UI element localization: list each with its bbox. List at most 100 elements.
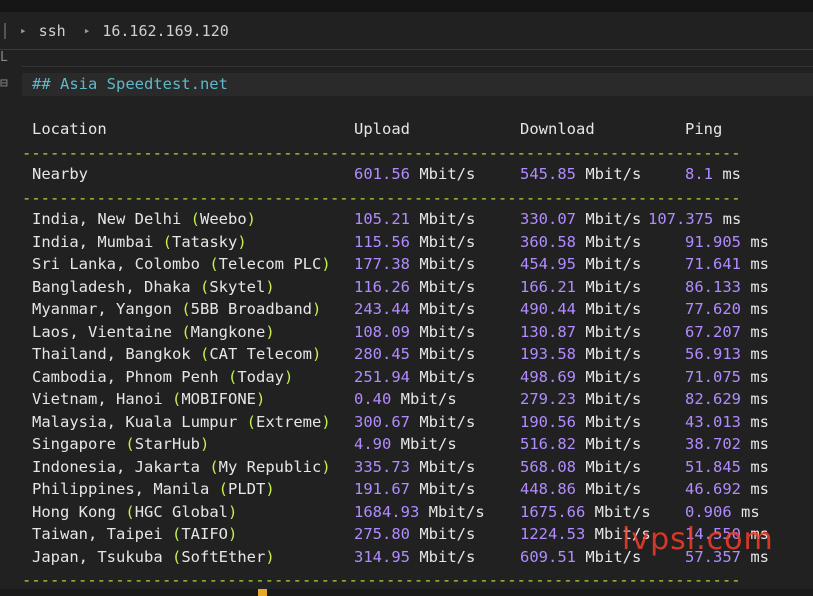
row-upload: 314.95 Mbit/s <box>354 547 476 566</box>
row-upload: 275.80 Mbit/s <box>354 525 476 543</box>
table-row: India, New Delhi (Weebo) 105.21 Mbit/s 330… <box>32 208 802 230</box>
table-row-nearby: Nearby 601.56 Mbit/s 545.85 Mbit/s 8.1 m… <box>32 163 792 185</box>
row-location: Indonesia, Jakarta (My Republic) <box>32 457 331 476</box>
row-download: 490.44 Mbit/s <box>520 300 642 318</box>
table-row: Bangladesh, Dhaka (Skytel) 116.26 Mbit/s 1… <box>32 276 802 298</box>
row-download: 516.82 Mbit/s <box>520 435 642 453</box>
row-ping: 51.845 ms <box>685 457 770 476</box>
row-ping: 91.905 ms <box>685 232 770 251</box>
divider <box>22 66 813 67</box>
row-upload: 335.73 Mbit/s <box>354 457 476 476</box>
table-row: Myanmar, Yangon (5BB Broadband) 243.44 Mb… <box>32 298 802 320</box>
row-upload: 4.90 Mbit/s <box>354 435 457 453</box>
row-location: Laos, Vientaine (Mangkone) <box>32 322 275 341</box>
row-location: Bangladesh, Dhaka (Skytel) <box>32 277 275 296</box>
table-row: Cambodia, Phnom Penh (Today) 251.94 Mbit/… <box>32 366 802 388</box>
row-download: 545.85 Mbit/s <box>520 165 642 183</box>
row-ping: 71.075 ms <box>685 367 770 386</box>
column-header-upload: Upload <box>354 120 410 138</box>
window-top-bar <box>0 0 813 12</box>
row-download: 279.23 Mbit/s <box>520 390 642 408</box>
table-row: Vietnam, Hanoi (MOBIFONE) 0.40 Mbit/s 279.… <box>32 388 802 410</box>
row-ping: 46.692 ms <box>685 480 770 498</box>
table-row: Singapore (StarHub) 4.90 Mbit/s 516.82 Mbi… <box>32 433 802 455</box>
table-row: Hong Kong (HGC Global) 1684.93 Mbit/s 1675… <box>32 501 802 523</box>
row-download: 498.69 Mbit/s <box>520 367 642 386</box>
column-header-row: Location Upload Download Ping <box>32 118 792 140</box>
divider <box>0 49 813 50</box>
row-upload: 601.56 Mbit/s <box>354 165 476 183</box>
row-download: 193.58 Mbit/s <box>520 345 642 363</box>
chevron-right-icon: ▸ <box>20 24 27 37</box>
row-upload: 115.56 Mbit/s <box>354 232 476 251</box>
row-ping: 71.641 ms <box>685 255 770 273</box>
row-ping: 82.629 ms <box>685 390 770 408</box>
watermark-logo: lvpsl.com <box>622 522 774 557</box>
terminal-cursor <box>258 589 267 596</box>
section-title: ## Asia Speedtest.net <box>32 75 228 93</box>
row-location: Thailand, Bangkok (CAT Telecom) <box>32 345 322 363</box>
table-row: Philippines, Manila (PLDT) 191.67 Mbit/s 4… <box>32 478 802 500</box>
dash-separator: ----------------------------------------… <box>22 190 741 206</box>
row-location: India, New Delhi (Weebo) <box>32 210 257 228</box>
row-upload: 243.44 Mbit/s <box>354 300 476 318</box>
column-header-download: Download <box>520 120 595 138</box>
dash-separator: ----------------------------------------… <box>22 572 741 588</box>
row-download: 454.95 Mbit/s <box>520 255 642 273</box>
row-upload: 116.26 Mbit/s <box>354 277 476 296</box>
row-location: Sri Lanka, Colombo (Telecom PLC) <box>32 255 331 273</box>
column-header-ping: Ping <box>685 120 723 138</box>
section-header: ## Asia Speedtest.net <box>22 73 813 96</box>
table-row: Indonesia, Jakarta (My Republic) 335.73 M… <box>32 456 802 478</box>
row-upload: 108.09 Mbit/s <box>354 322 476 341</box>
dash-separator: ----------------------------------------… <box>22 145 741 161</box>
table-row: Laos, Vientaine (Mangkone) 108.09 Mbit/s 1… <box>32 321 802 343</box>
row-upload: 1684.93 Mbit/s <box>354 502 485 521</box>
row-upload: 177.38 Mbit/s <box>354 255 476 273</box>
row-location: Taiwan, Taipei (TAIFO) <box>32 525 238 543</box>
row-upload: 105.21 Mbit/s <box>354 210 476 228</box>
row-download: 360.58 Mbit/s <box>520 232 642 251</box>
table-row: Malaysia, Kuala Lumpur (Extreme) 300.67 M… <box>32 411 802 433</box>
row-download: 190.56 Mbit/s <box>520 412 642 431</box>
row-location: Malaysia, Kuala Lumpur (Extreme) <box>32 412 331 431</box>
row-ping: 86.133 ms <box>685 277 770 296</box>
table-row: India, Mumbai (Tatasky) 115.56 Mbit/s 360.… <box>32 231 802 253</box>
row-ping: 0.906 ms <box>685 502 760 521</box>
row-location: Hong Kong (HGC Global) <box>32 502 238 521</box>
breadcrumb-item-host[interactable]: 16.162.169.120 <box>102 22 228 40</box>
row-ping: 8.1 ms <box>685 165 742 183</box>
breadcrumb-item-ssh[interactable]: ssh <box>39 22 66 40</box>
row-download: 166.21 Mbit/s <box>520 277 642 296</box>
row-ping: 56.913 ms <box>685 345 770 363</box>
gutter-box-icon[interactable]: ⊟ <box>0 76 8 91</box>
row-download: 330.07 Mbit/s <box>520 210 642 228</box>
row-upload: 251.94 Mbit/s <box>354 367 476 386</box>
row-upload: 300.67 Mbit/s <box>354 412 476 431</box>
row-location: Japan, Tsukuba (SoftEther) <box>32 547 275 566</box>
gutter-fold-icon: L <box>0 50 8 65</box>
row-upload: 280.45 Mbit/s <box>354 345 476 363</box>
row-upload: 0.40 Mbit/s <box>354 390 457 408</box>
table-row: Thailand, Bangkok (CAT Telecom) 280.45 Mb… <box>32 343 802 365</box>
row-ping: 107.375 ms <box>648 210 742 228</box>
breadcrumb: ▸ ssh ▸ 16.162.169.120 <box>0 12 813 49</box>
gutter-separator <box>4 22 6 39</box>
row-ping: 67.207 ms <box>685 322 770 341</box>
row-download: 130.87 Mbit/s <box>520 322 642 341</box>
row-download: 1675.66 Mbit/s <box>520 502 651 521</box>
row-download: 568.08 Mbit/s <box>520 457 642 476</box>
row-download: 448.86 Mbit/s <box>520 480 642 498</box>
row-location: Myanmar, Yangon (5BB Broadband) <box>32 300 322 318</box>
row-ping: 38.702 ms <box>685 435 770 453</box>
row-location: Nearby <box>32 165 88 183</box>
table-row: Sri Lanka, Colombo (Telecom PLC) 177.38 M… <box>32 253 802 275</box>
row-location: Singapore (StarHub) <box>32 435 210 453</box>
row-ping: 43.013 ms <box>685 412 770 431</box>
status-bar <box>0 589 813 596</box>
row-ping: 77.620 ms <box>685 300 770 318</box>
row-location: Philippines, Manila (PLDT) <box>32 480 275 498</box>
row-location: Cambodia, Phnom Penh (Today) <box>32 367 294 386</box>
row-location: Vietnam, Hanoi (MOBIFONE) <box>32 390 266 408</box>
column-header-location: Location <box>32 120 107 138</box>
